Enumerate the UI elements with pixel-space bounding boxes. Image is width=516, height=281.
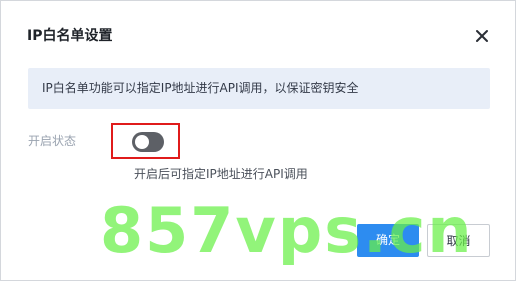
- ip-whitelist-dialog: IP白名单设置 IP白名单功能可以指定IP地址进行API调用，以保证密钥安全 开…: [0, 0, 516, 281]
- confirm-button[interactable]: 确定: [357, 224, 419, 257]
- close-icon: [476, 30, 488, 42]
- cancel-button[interactable]: 取消: [427, 224, 490, 257]
- dialog-title: IP白名单设置: [27, 28, 113, 44]
- status-label: 开启状态: [28, 134, 77, 148]
- status-toggle[interactable]: [132, 132, 164, 152]
- helper-text: 开启后可指定IP地址进行API调用: [134, 167, 308, 181]
- toggle-knob: [135, 135, 149, 149]
- info-banner: IP白名单功能可以指定IP地址进行API调用，以保证密钥安全: [28, 68, 490, 109]
- info-text: IP白名单功能可以指定IP地址进行API调用，以保证密钥安全: [42, 81, 359, 95]
- close-button[interactable]: [471, 25, 493, 47]
